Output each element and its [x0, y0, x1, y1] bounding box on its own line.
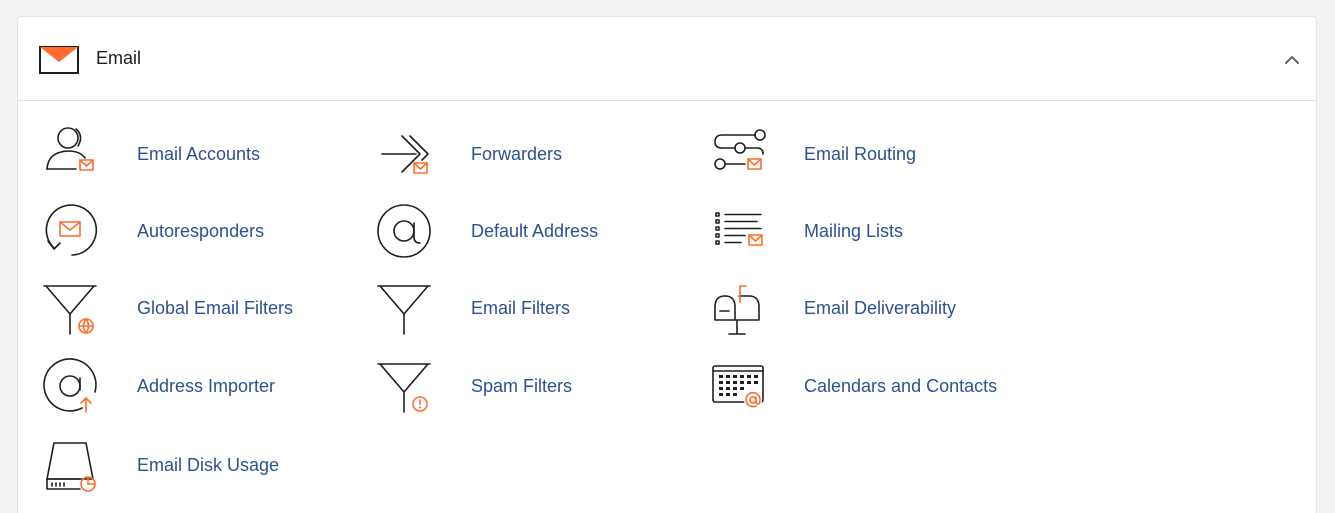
- global-email-filters-link[interactable]: Global Email Filters: [40, 278, 293, 338]
- calendars-contacts-label: Calendars and Contacts: [804, 376, 998, 396]
- section-title: Email: [96, 48, 142, 68]
- chevron-up-icon[interactable]: [1280, 48, 1304, 72]
- global-email-filters-label: Global Email Filters: [137, 298, 294, 318]
- email-filters-label: Email Filters: [471, 298, 571, 318]
- calendars-contacts-link[interactable]: Calendars and Contacts: [707, 356, 997, 416]
- email-routing-label: Email Routing: [804, 144, 917, 164]
- autoresponders-icon: [40, 201, 100, 261]
- envelope-icon: [39, 46, 79, 74]
- global-email-filters-icon: [40, 278, 100, 338]
- email-accounts-icon: [40, 124, 100, 184]
- email-accounts-link[interactable]: Email Accounts: [40, 124, 260, 184]
- spam-filters-link[interactable]: Spam Filters: [374, 356, 572, 416]
- forwarders-icon: [374, 124, 434, 184]
- email-filters-link[interactable]: Email Filters: [374, 278, 570, 338]
- address-importer-icon: [40, 356, 100, 416]
- email-disk-usage-link[interactable]: Email Disk Usage: [40, 435, 279, 495]
- mailing-lists-icon: [707, 201, 767, 261]
- email-disk-usage-icon: [40, 435, 100, 495]
- email-deliverability-label: Email Deliverability: [804, 298, 957, 318]
- address-importer-label: Address Importer: [137, 376, 276, 396]
- email-disk-usage-label: Email Disk Usage: [137, 455, 280, 475]
- default-address-label: Default Address: [471, 221, 599, 241]
- address-importer-link[interactable]: Address Importer: [40, 356, 275, 416]
- autoresponders-label: Autoresponders: [137, 221, 265, 241]
- calendars-contacts-icon: [707, 356, 767, 416]
- autoresponders-link[interactable]: Autoresponders: [40, 201, 264, 261]
- default-address-link[interactable]: Default Address: [374, 201, 598, 261]
- section-header[interactable]: Email: [18, 17, 1316, 101]
- email-section-panel: Email Email Accounts Forwarders Email Ro…: [17, 16, 1317, 513]
- spam-filters-icon: [374, 356, 434, 416]
- spam-filters-label: Spam Filters: [471, 376, 573, 396]
- forwarders-label: Forwarders: [471, 144, 563, 164]
- email-filters-icon: [374, 278, 434, 338]
- email-deliverability-icon: [707, 278, 767, 338]
- email-routing-link[interactable]: Email Routing: [707, 124, 916, 184]
- email-accounts-label: Email Accounts: [137, 144, 261, 164]
- email-routing-icon: [707, 124, 767, 184]
- email-deliverability-link[interactable]: Email Deliverability: [707, 278, 956, 338]
- mailing-lists-link[interactable]: Mailing Lists: [707, 201, 903, 261]
- forwarders-link[interactable]: Forwarders: [374, 124, 562, 184]
- mailing-lists-label: Mailing Lists: [804, 221, 904, 241]
- default-address-icon: [374, 201, 434, 261]
